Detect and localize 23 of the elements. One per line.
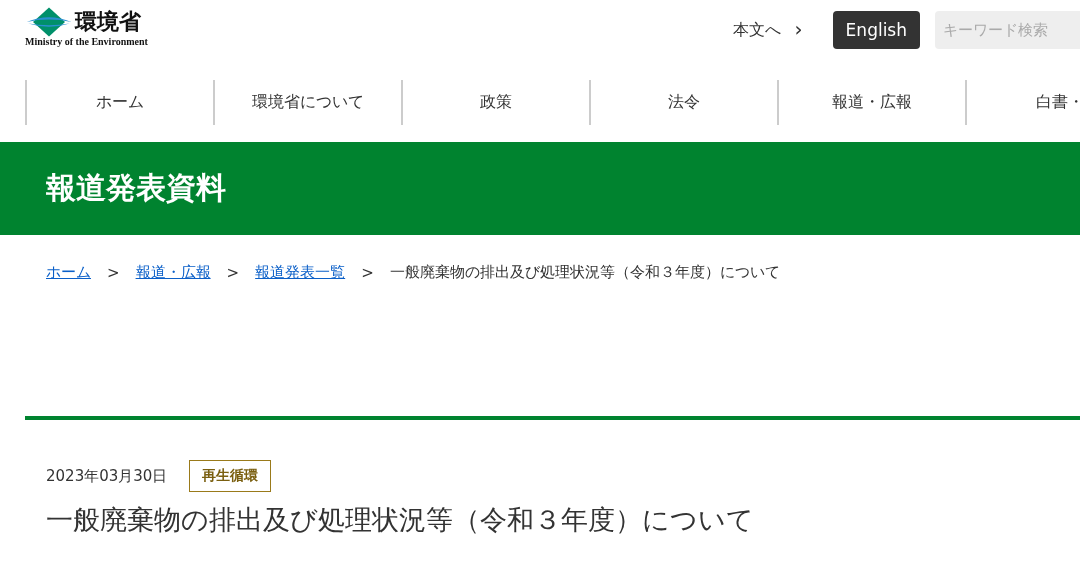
category-tag: 再生循環 [189, 460, 272, 492]
logo-subtitle: Ministry of the Environment [25, 36, 148, 47]
breadcrumb-link[interactable]: 報道・広報 [135, 263, 211, 282]
breadcrumb-separator: > [361, 263, 374, 282]
breadcrumb-separator: > [226, 263, 240, 282]
english-button[interactable]: English [832, 11, 920, 49]
logo-icon [25, 6, 73, 38]
nav-item[interactable]: ホーム [25, 80, 213, 125]
nav-item[interactable]: 法令 [589, 80, 777, 125]
banner-title: 報道発表資料 [46, 169, 226, 207]
nav-item[interactable]: 政策 [401, 80, 589, 125]
nav-item[interactable]: 白書・ [965, 80, 1080, 125]
breadcrumb-link[interactable]: 報道発表一覧 [255, 263, 346, 282]
article-date: 2023年03月30日 [46, 466, 168, 486]
breadcrumb-current: 一般廃棄物の排出及び処理状況等（令和３年度）について [389, 263, 780, 282]
nav-item[interactable]: 報道・広報 [777, 80, 965, 125]
article-title: 一般廃棄物の排出及び処理状況等（令和３年度）について [46, 503, 755, 537]
skip-link[interactable]: 本文へ › [732, 19, 803, 41]
search-field[interactable]: キーワード検索 [935, 11, 1080, 49]
logo-name: 環境省 [75, 8, 141, 36]
breadcrumb-separator: > [107, 263, 120, 282]
nav-item[interactable]: 環境省について [213, 80, 401, 125]
breadcrumb-link[interactable]: ホーム [46, 263, 91, 282]
